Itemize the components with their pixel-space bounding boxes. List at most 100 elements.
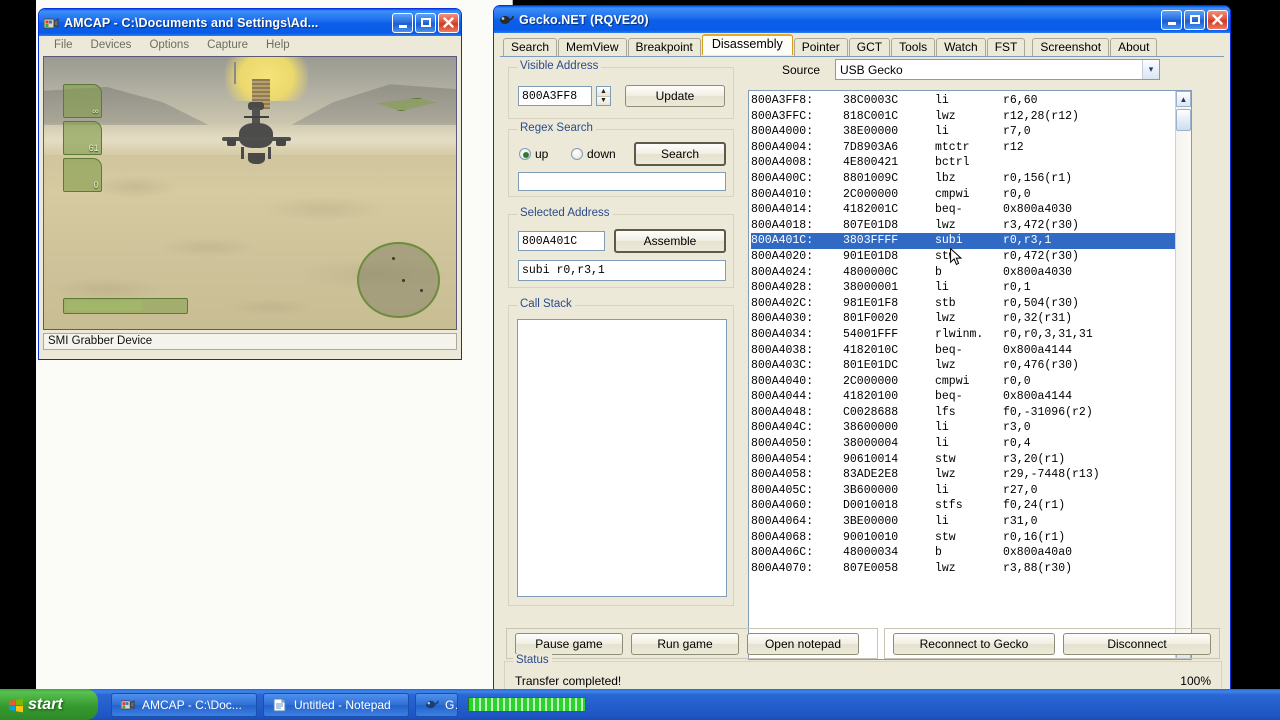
amcap-window-buttons[interactable] (392, 12, 459, 33)
radio-up[interactable]: up (519, 147, 548, 161)
menu-item-help[interactable]: Help (257, 38, 299, 52)
selected-address-label: Selected Address (517, 207, 613, 219)
spinner-up-icon[interactable]: ▲ (597, 87, 610, 97)
scrollbar-thumb[interactable] (1176, 109, 1191, 131)
disassembly-row[interactable]: 800A4054: 90610014 stw r3,20(r1) (751, 452, 1175, 468)
taskbar-item-gecko[interactable]: G… (415, 692, 458, 717)
notepad-icon (273, 698, 288, 712)
reconnect-button[interactable]: Reconnect to Gecko (893, 632, 1055, 655)
update-button[interactable]: Update (625, 85, 725, 107)
disassembly-row[interactable]: 800A405C: 3B600000 li r27,0 (751, 483, 1175, 499)
gecko-titlebar[interactable]: Gecko.NET (RQVE20) (494, 6, 1230, 33)
disassembly-row[interactable]: 800A3FF8: 38C0003C li r6,60 (751, 93, 1175, 109)
cell-hex: 4E800421 (843, 156, 899, 170)
disassembly-row[interactable]: 800A4068: 90010010 stw r0,16(r1) (751, 530, 1175, 546)
tab-gct[interactable]: GCT (848, 38, 891, 57)
disassembly-row[interactable]: 800A4034: 54001FFF rlwinm. r0,r0,3,31,31 (751, 327, 1175, 343)
tab-about[interactable]: About (1110, 38, 1158, 57)
disassembly-row[interactable]: 800A4058: 83ADE2E8 lwz r29,-7448(r13) (751, 467, 1175, 483)
selected-address-input[interactable] (518, 231, 605, 251)
tab-disassembly[interactable]: Disassembly (701, 34, 793, 55)
disassembly-row[interactable]: 800A402C: 981E01F8 stb r0,504(r30) (751, 296, 1175, 312)
disassembly-row[interactable]: 800A4014: 4182001C beq- 0x800a4030 (751, 202, 1175, 218)
disassembly-row[interactable]: 800A4004: 7D8903A6 mtctr r12 (751, 140, 1175, 156)
disassembly-row[interactable]: 800A4008: 4E800421 bctrl (751, 155, 1175, 171)
gecko-close-button[interactable] (1207, 9, 1228, 30)
disassembly-row[interactable]: 800A4064: 3BE00000 li r31,0 (751, 514, 1175, 530)
radio-down[interactable]: down (571, 147, 616, 161)
visible-address-spinner[interactable]: ▲ ▼ (596, 86, 611, 106)
taskbar-item-amcap[interactable]: AMCAP - C:\Doc... (111, 692, 257, 717)
menu-item-options[interactable]: Options (140, 38, 198, 52)
disassembly-row[interactable]: 800A4048: C0028688 lfs f0,-31096(r2) (751, 405, 1175, 421)
menu-item-capture[interactable]: Capture (198, 38, 257, 52)
disassembly-row[interactable]: 800A4040: 2C000000 cmpwi r0,0 (751, 374, 1175, 390)
spinner-down-icon[interactable]: ▼ (597, 96, 610, 105)
open-notepad-button[interactable]: Open notepad (747, 632, 859, 655)
cell-addr: 800A4048: (751, 405, 814, 419)
gecko-maximize-button[interactable] (1184, 9, 1205, 30)
disassembly-row[interactable]: 800A400C: 8801009C lbz r0,156(r1) (751, 171, 1175, 187)
menu-item-file[interactable]: File (45, 38, 82, 52)
chevron-down-icon[interactable]: ▾ (1142, 60, 1159, 79)
tab-memview[interactable]: MemView (558, 38, 627, 57)
tab-search[interactable]: Search (503, 38, 558, 57)
disassembly-row[interactable]: 800A404C: 38600000 li r3,0 (751, 420, 1175, 436)
source-select[interactable]: USB Gecko ▾ (835, 59, 1160, 80)
amcap-titlebar[interactable]: AMCAP - C:\Documents and Settings\Ad... (39, 9, 461, 36)
cell-ops: r0,1 (1003, 281, 1031, 295)
disassembly-list[interactable]: 800A3FF8: 38C0003C li r6,60 800A3FFC: 818C001… (748, 90, 1192, 660)
disassembly-row[interactable]: 800A406C: 48000034 b 0x800a40a0 (751, 545, 1175, 561)
disassembly-row[interactable]: 800A4018: 807E01D8 lwz r3,472(r30) (751, 218, 1175, 234)
disassembly-row[interactable]: 800A4000: 38E00000 li r7,0 (751, 124, 1175, 140)
cell-hex: 38000001 (843, 281, 899, 295)
gecko-window-buttons[interactable] (1161, 9, 1228, 30)
call-stack-list[interactable] (517, 319, 727, 597)
disassembly-row[interactable]: 800A4044: 41820100 beq- 0x800a4144 (751, 389, 1175, 405)
search-button[interactable]: Search (634, 142, 726, 166)
amcap-maximize-button[interactable] (415, 12, 436, 33)
start-button[interactable]: start (0, 689, 98, 720)
tab-fst[interactable]: FST (986, 38, 1026, 57)
disassembly-row[interactable]: 800A403C: 801E01DC lwz r0,476(r30) (751, 358, 1175, 374)
regex-search-input[interactable] (518, 172, 726, 191)
disassembly-row[interactable]: 800A4050: 38000004 li r0,4 (751, 436, 1175, 452)
amcap-menubar[interactable]: File Devices Options Capture Help (39, 36, 461, 54)
visible-address-input[interactable] (518, 86, 592, 106)
menu-item-devices[interactable]: Devices (82, 38, 141, 52)
disconnect-button[interactable]: Disconnect (1063, 632, 1211, 655)
disassembly-row[interactable]: 800A4024: 4800000C b 0x800a4030 (751, 265, 1175, 281)
amcap-minimize-button[interactable] (392, 12, 413, 33)
tab-pointer[interactable]: Pointer (793, 38, 848, 57)
cell-mn: li (935, 125, 949, 139)
scroll-up-button[interactable]: ▲ (1176, 91, 1191, 107)
taskbar-item-notepad[interactable]: Untitled - Notepad (263, 692, 409, 717)
tab-breakpoint[interactable]: Breakpoint (627, 38, 701, 57)
gecko-window[interactable]: Gecko.NET (RQVE20) Search MemView Breakp… (493, 5, 1231, 713)
tab-screenshot[interactable]: Screenshot (1032, 38, 1110, 57)
disassembly-row[interactable]: 800A3FFC: 818C001C lwz r12,28(r12) (751, 109, 1175, 125)
gecko-tabstrip[interactable]: Search MemView Breakpoint Disassembly Po… (498, 34, 1226, 57)
disassembly-row[interactable]: 800A4020: 901E01D8 stw r0,472(r30) (751, 249, 1175, 265)
assembly-instruction-input[interactable] (518, 260, 726, 281)
run-game-button[interactable]: Run game (631, 632, 739, 655)
disassembly-row[interactable]: 800A401C: 3803FFFF subi r0,r3,1 (751, 233, 1175, 249)
disassembly-rows[interactable]: 800A3FF8: 38C0003C li r6,60 800A3FFC: 818C001… (749, 91, 1175, 659)
disassembly-scrollbar[interactable]: ▲ ▼ (1175, 91, 1191, 659)
cell-ops: r0,156(r1) (1003, 171, 1073, 185)
disassembly-row[interactable]: 800A4070: 807E0058 lwz r3,88(r30) (751, 561, 1175, 577)
amcap-close-button[interactable] (438, 12, 459, 33)
tab-watch[interactable]: Watch (936, 38, 986, 57)
disassembly-row[interactable]: 800A4030: 801F0020 lwz r0,32(r31) (751, 311, 1175, 327)
disassembly-row[interactable]: 800A4038: 4182010C beq- 0x800a4144 (751, 343, 1175, 359)
taskbar[interactable]: start AMCAP - C:\Doc... Untitled - Notep… (0, 689, 1280, 720)
disassembly-row[interactable]: 800A4060: D0010018 stfs f0,24(r1) (751, 498, 1175, 514)
disassembly-row[interactable]: 800A4028: 38000001 li r0,1 (751, 280, 1175, 296)
tab-tools[interactable]: Tools (891, 38, 936, 57)
pause-game-button[interactable]: Pause game (515, 632, 623, 655)
gecko-minimize-button[interactable] (1161, 9, 1182, 30)
amcap-window[interactable]: AMCAP - C:\Documents and Settings\Ad... … (38, 8, 462, 360)
assemble-button[interactable]: Assemble (614, 229, 726, 253)
disassembly-row[interactable]: 800A4010: 2C000000 cmpwi r0,0 (751, 187, 1175, 203)
scrollbar-track[interactable] (1176, 107, 1191, 643)
